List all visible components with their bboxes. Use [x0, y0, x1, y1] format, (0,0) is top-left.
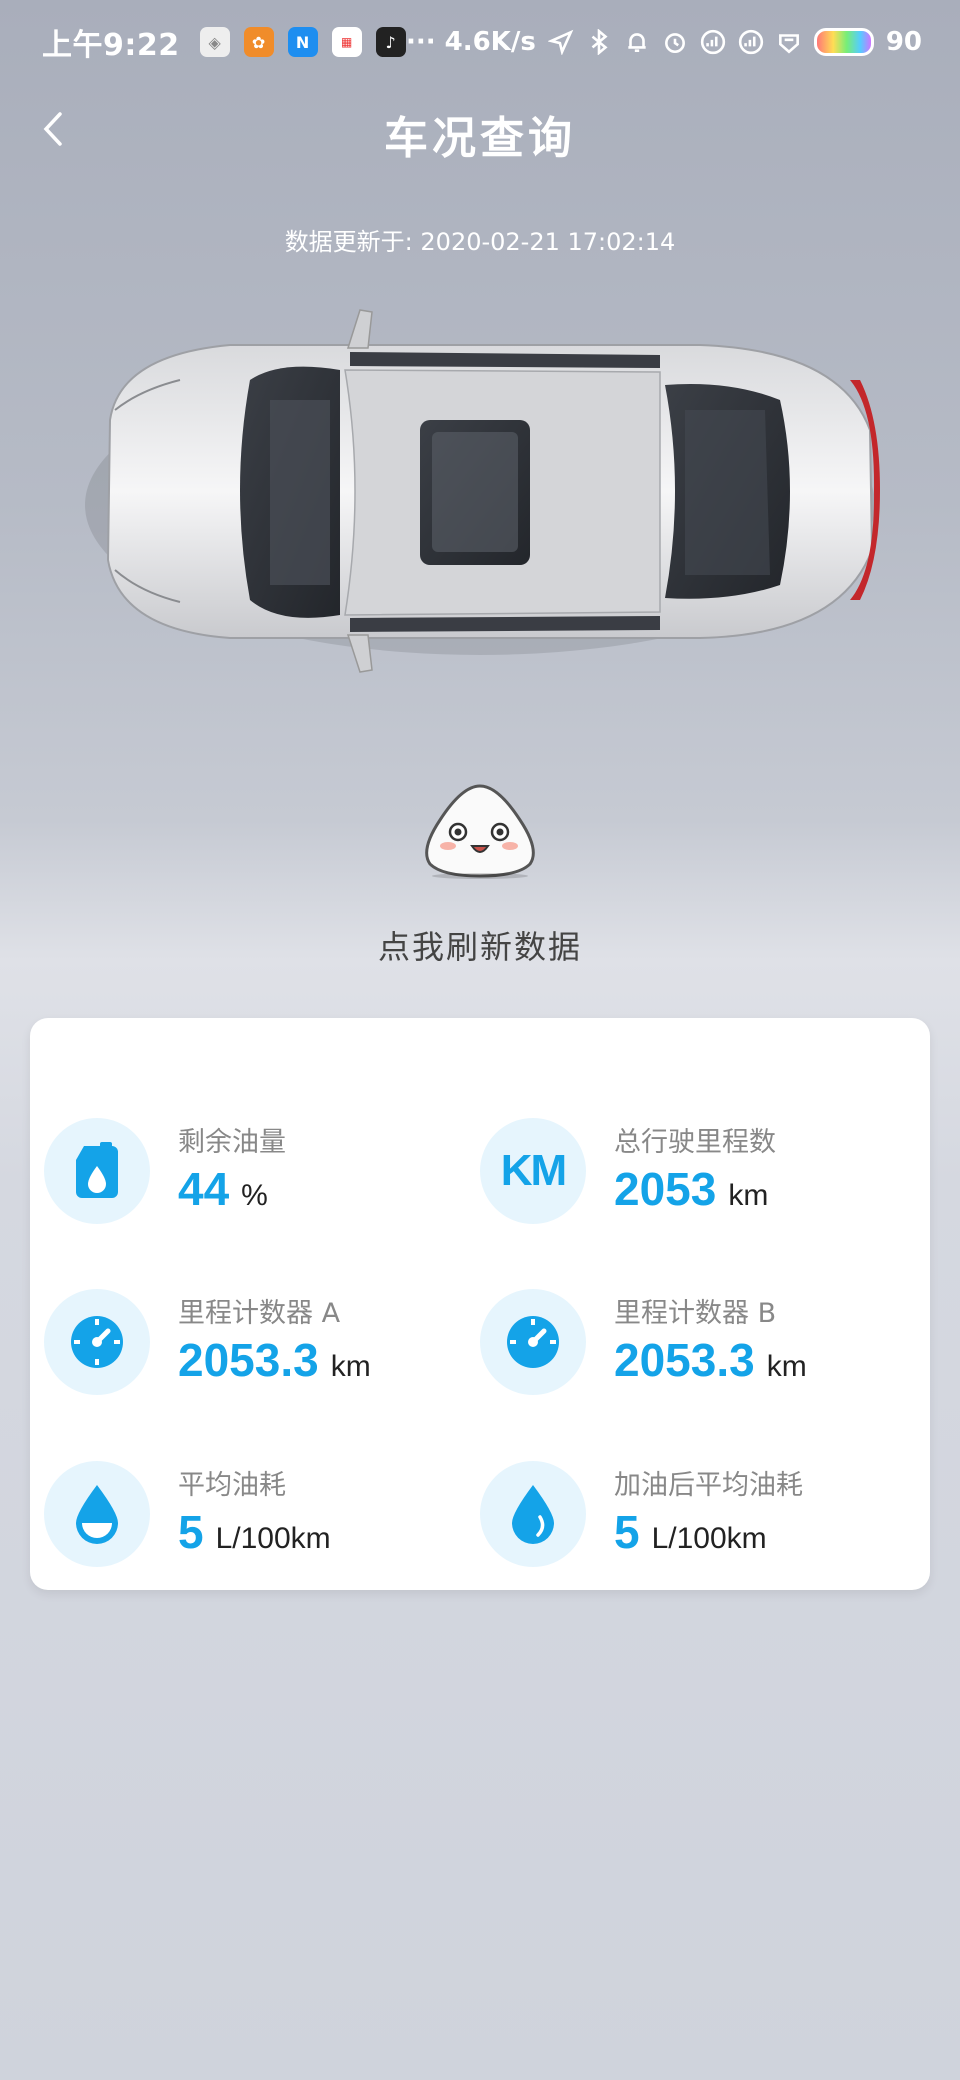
stat-unit: km [330, 1350, 371, 1383]
stat-value: 5 [614, 1506, 640, 1558]
status-time: 上午9:22 [42, 28, 180, 63]
stat-avg-fuel-consumption: 平均油耗 5 L/100km [30, 1461, 460, 1581]
stat-value-row: 5 L/100km [178, 1505, 331, 1559]
gauge-icon [44, 1289, 150, 1395]
vehicle-stats-card: 剩余油量 44 % KM 总行驶里程数 2053 km 里程计数器 A 2053… [30, 1018, 930, 1590]
status-right: ··· 4.6K/s 90 [406, 27, 922, 57]
stat-value: 2053.3 [614, 1334, 755, 1386]
location-icon [547, 29, 574, 55]
news-icon: ▦ [331, 27, 362, 57]
stat-value-row: 2053.3 km [178, 1333, 371, 1387]
alarm-icon [664, 33, 685, 54]
drop-icon [480, 1461, 586, 1567]
stat-label: 里程计数器 A [178, 1298, 341, 1329]
stat-value-row: 2053.3 km [614, 1333, 807, 1387]
fuel-can-icon [44, 1118, 150, 1224]
meitu-icon: ◈ [199, 27, 230, 57]
update-timestamp: 数据更新于: 2020-02-21 17:02:14 [284, 228, 676, 256]
drop-icon [44, 1461, 150, 1567]
nfc-n-icon: N [287, 27, 318, 57]
header: 车况查询 [0, 84, 960, 174]
sim-icon [738, 29, 763, 55]
stat-unit: L/100km [215, 1522, 331, 1555]
battery-level: 90 [885, 27, 922, 57]
car-image [85, 309, 880, 673]
stat-trip-b: 里程计数器 B 2053.3 km [466, 1289, 896, 1409]
stat-value: 5 [178, 1506, 204, 1558]
stat-value-row: 5 L/100km [614, 1505, 767, 1559]
status-bar: 上午9:22 ◈ ✿ N ▦ ♪ ··· 4.6K/s 90 [0, 0, 960, 84]
stat-value-row: 44 % [178, 1162, 268, 1216]
stat-total-mileage: KM 总行驶里程数 2053 km [466, 1118, 896, 1238]
network-speed: ··· 4.6K/s [405, 27, 536, 57]
sim-icon [700, 29, 725, 55]
stat-value-row: 2053 km [614, 1162, 768, 1216]
status-app-icons: ◈ ✿ N ▦ ♪ [199, 27, 406, 57]
stat-unit: km [766, 1350, 807, 1383]
stat-value: 2053.3 [178, 1334, 319, 1386]
stat-unit: % [241, 1179, 268, 1212]
stat-value: 44 [178, 1163, 230, 1215]
stat-trip-a: 里程计数器 A 2053.3 km [30, 1289, 460, 1409]
stat-avg-fuel-after-refuel: 加油后平均油耗 5 L/100km [466, 1461, 896, 1581]
stat-remaining-fuel: 剩余油量 44 % [30, 1118, 460, 1238]
stat-label: 总行驶里程数 [614, 1127, 776, 1158]
stat-label: 加油后平均油耗 [614, 1470, 803, 1501]
squirrel-icon: ✿ [243, 27, 274, 57]
stat-label: 平均油耗 [178, 1470, 286, 1501]
tiktok-icon: ♪ [375, 27, 406, 57]
stat-value: 2053 [614, 1163, 717, 1215]
gauge-icon [480, 1289, 586, 1395]
km-icon: KM [480, 1118, 586, 1224]
bluetooth-icon [591, 29, 608, 55]
battery-icon [813, 28, 874, 56]
refresh-data-label[interactable]: 点我刷新数据 [0, 922, 960, 968]
stat-label: 剩余油量 [178, 1127, 286, 1158]
stat-label: 里程计数器 B [614, 1298, 777, 1329]
page-title: 车况查询 [384, 113, 576, 164]
refresh-mascot-button[interactable] [418, 780, 542, 880]
stat-unit: L/100km [651, 1522, 767, 1555]
hd-icon [778, 34, 799, 54]
stat-unit: km [728, 1179, 769, 1212]
bell-off-icon [628, 33, 646, 52]
